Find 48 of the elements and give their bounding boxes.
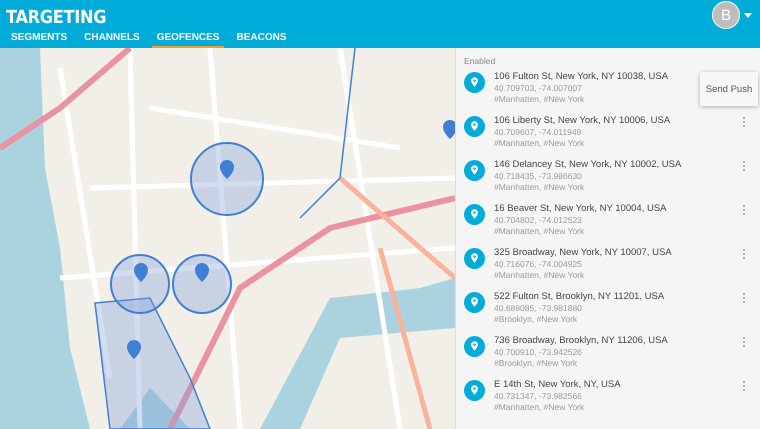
coordinates-text: 40.731347, -73.982566 xyxy=(494,391,582,402)
address-text: 325 Broadway, New York, NY 10007, USA xyxy=(494,246,672,259)
tags-text: #Manhatten, #New York xyxy=(494,226,584,237)
location-pin-icon xyxy=(464,336,485,357)
coordinates-text: 40.700910, -73.942526 xyxy=(494,347,582,358)
address-text: 16 Beaver St, New York, NY 10004, USA xyxy=(494,202,667,215)
coordinates-text: 40.718435, -73.986630 xyxy=(494,171,582,182)
address-text: 146 Delancey St, New York, NY 10002, USA xyxy=(494,158,682,171)
more-icon[interactable] xyxy=(742,380,746,392)
location-pin-icon xyxy=(464,160,485,181)
more-icon[interactable] xyxy=(742,292,746,304)
tags-text: #Manhatten, #New York xyxy=(494,94,584,105)
tab[interactable]: SEGMENTS xyxy=(6,30,72,48)
coordinates-text: 40.689085, -73.981880 xyxy=(494,303,582,314)
tags-text: #Brooklyn, #New York xyxy=(494,358,578,369)
coordinates-text: 40.704802, -74.012523 xyxy=(494,215,582,226)
more-icon[interactable] xyxy=(742,336,746,348)
more-icon[interactable] xyxy=(742,160,746,172)
map-drawing[interactable] xyxy=(0,48,455,429)
coordinates-text: 40.709607, -74.011949 xyxy=(494,127,582,138)
caret-icon[interactable] xyxy=(744,12,752,18)
address-text: 522 Fulton St, Brooklyn, NY 11201, USA xyxy=(494,290,664,303)
address-text: 106 Liberty St, New York, NY 10006, USA xyxy=(494,114,670,127)
avatar[interactable]: B xyxy=(712,1,740,29)
address-text: 736 Broadway, Brooklyn, NY 11206, USA xyxy=(494,334,668,347)
location-pin-icon xyxy=(464,248,485,269)
send-push-menu-item[interactable]: Send Push xyxy=(700,72,758,106)
address-text: E 14th St, New York, NY, USA xyxy=(494,378,621,391)
address-text: 106 Fulton St, New York, NY 10038, USA xyxy=(494,70,668,83)
location-pin-icon xyxy=(464,292,485,313)
more-icon[interactable] xyxy=(742,248,746,260)
section-label: Enabled xyxy=(463,55,496,68)
coordinates-text: 40.709703, -74.007007 xyxy=(494,83,582,94)
tags-text: #Manhatten, #New York xyxy=(494,182,584,193)
tab[interactable]: BEACONS xyxy=(231,30,292,48)
location-pin-icon xyxy=(464,380,485,401)
coordinates-text: 40.716076, -74.004925 xyxy=(494,259,582,270)
tags-text: #Manhatten, #New York xyxy=(494,402,584,413)
location-pin-icon xyxy=(464,116,485,137)
more-icon[interactable] xyxy=(742,204,746,216)
location-pin-icon xyxy=(464,72,485,93)
location-pin-icon xyxy=(464,204,485,225)
tags-text: #Brooklyn, #New York xyxy=(494,314,578,325)
tab[interactable]: CHANNELS xyxy=(79,30,145,48)
tags-text: #Manhatten, #New York xyxy=(494,270,584,281)
app-title: TARGETING xyxy=(6,7,106,28)
tags-text: #Manhatten, #New York xyxy=(494,138,584,149)
more-icon[interactable] xyxy=(742,116,746,128)
